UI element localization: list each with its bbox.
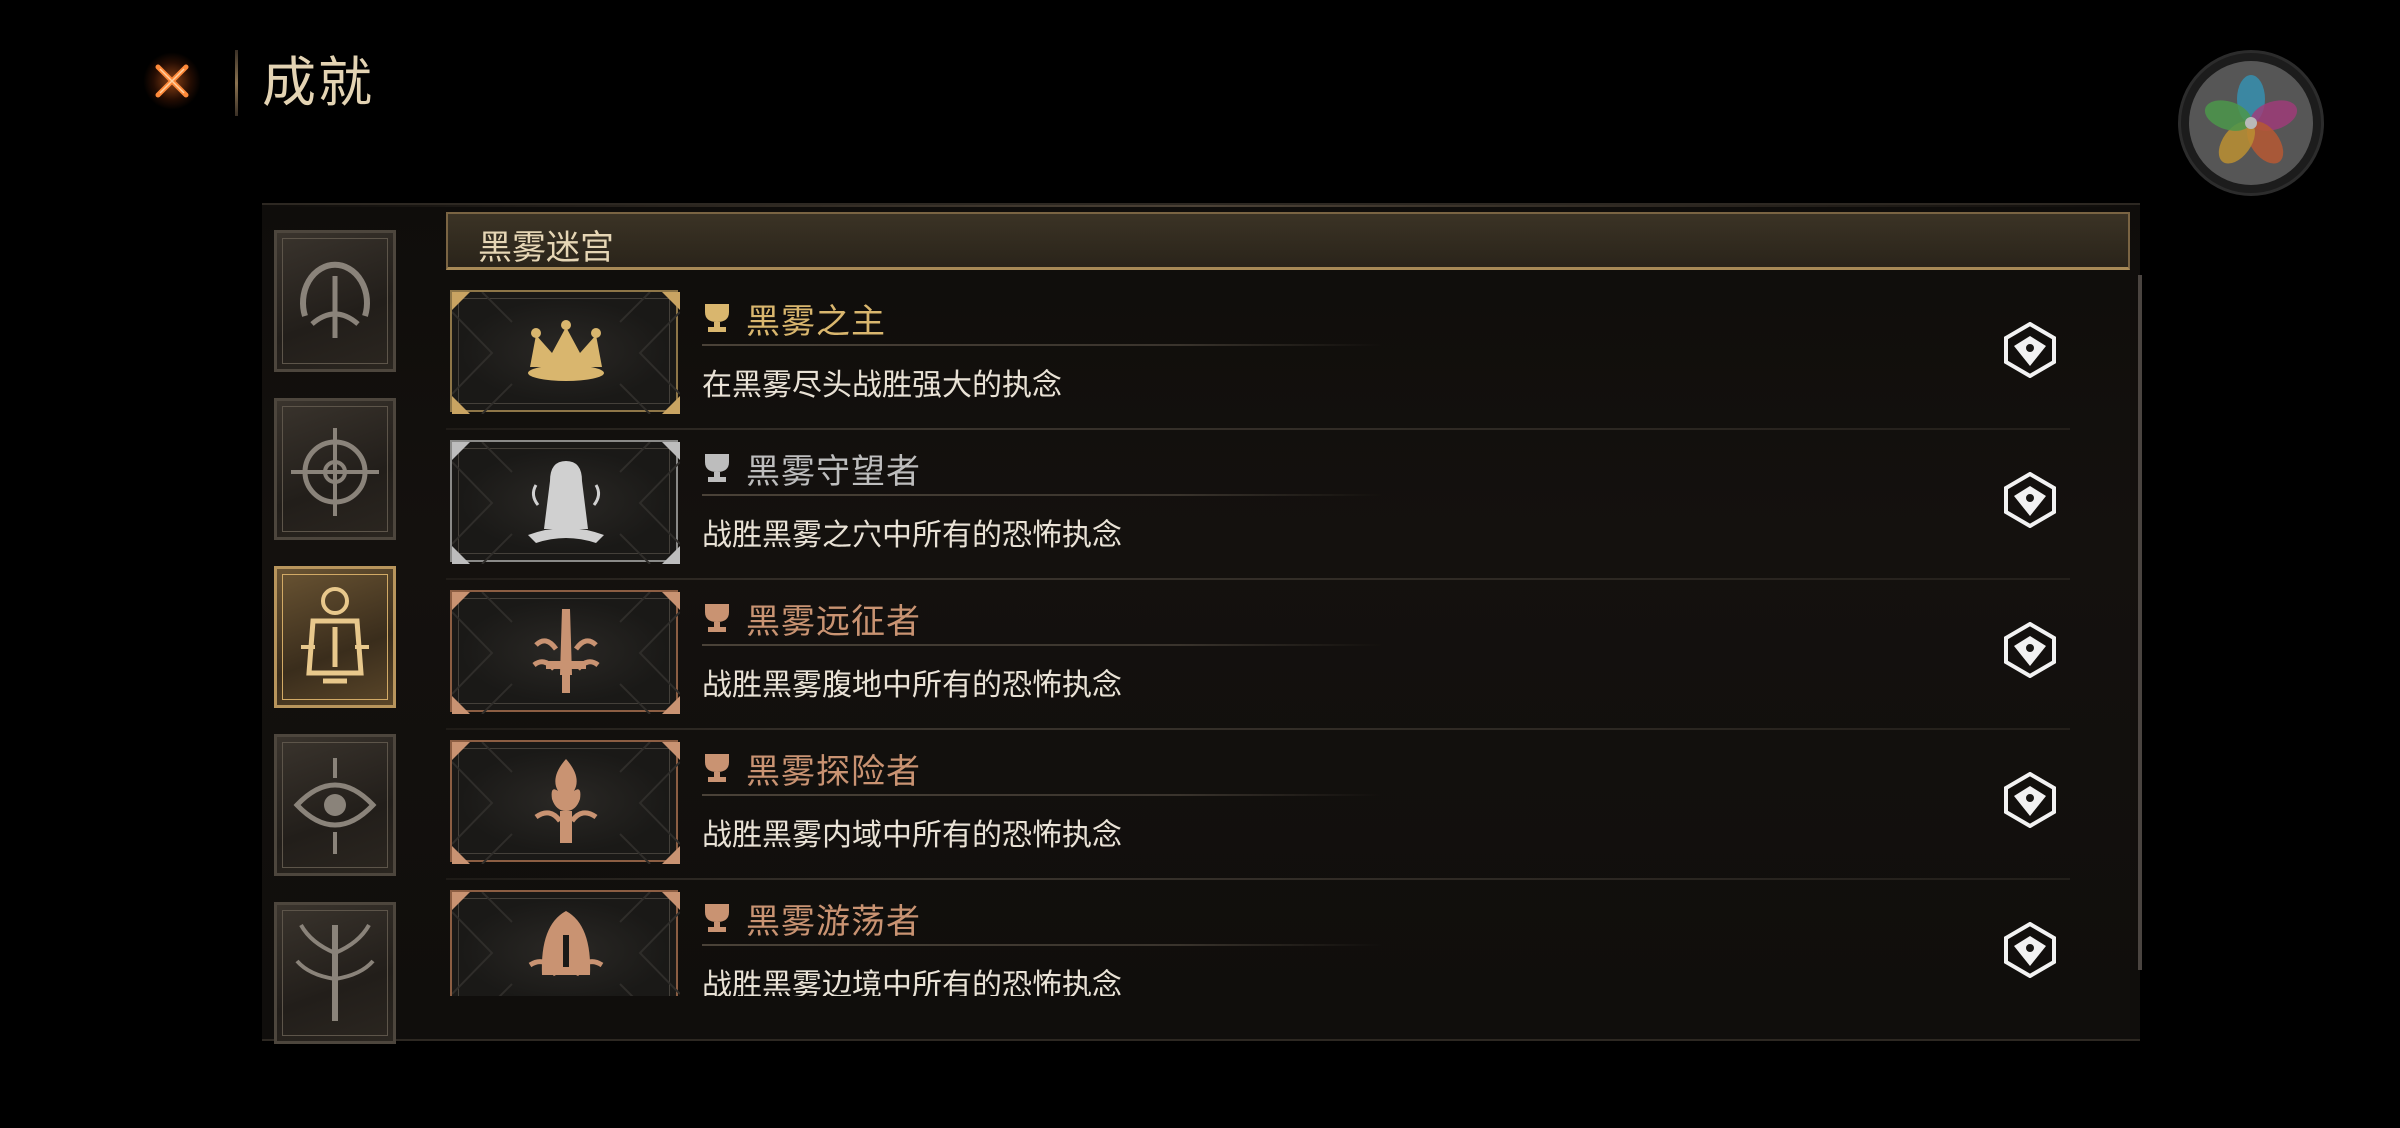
reward-sigil-button[interactable] <box>2002 922 2058 978</box>
reward-sigil-button[interactable] <box>2002 322 2058 378</box>
achievement-badge <box>450 290 680 414</box>
arch-sigil-icon <box>300 261 370 338</box>
achievement-title: 黑雾守望者 <box>746 451 921 492</box>
flower-icon <box>2204 75 2298 164</box>
achievement-row[interactable]: 黑雾之主 在黑雾尽头战胜强大的执念 <box>446 280 2130 430</box>
crown-icon <box>528 320 604 381</box>
category-tab-1[interactable] <box>274 230 396 372</box>
achievement-title: 黑雾探险者 <box>746 751 921 792</box>
trophy-icon <box>705 754 729 782</box>
page-title: 成就 <box>262 51 374 114</box>
floating-assistant-button[interactable] <box>2178 50 2324 196</box>
header-divider <box>235 50 238 116</box>
list-scrollbar[interactable] <box>2138 275 2142 970</box>
achievement-description: 在黑雾尽头战胜强大的执念 <box>702 368 1062 403</box>
achievement-badge <box>450 590 680 714</box>
achievement-badge <box>450 740 680 864</box>
achievement-row[interactable]: 黑雾远征者 战胜黑雾腹地中所有的恐怖执念 <box>446 580 2130 730</box>
trophy-icon <box>705 904 729 932</box>
category-tab-5[interactable] <box>274 902 396 1044</box>
achievement-title: 黑雾之主 <box>746 301 886 342</box>
category-tab-3[interactable] <box>274 566 396 708</box>
close-button[interactable] <box>143 52 201 110</box>
category-tab-4[interactable] <box>274 734 396 876</box>
reward-sigil-button[interactable] <box>2002 772 2058 828</box>
achievement-row[interactable]: 黑雾游荡者 战胜黑雾边境中所有的恐怖执念 <box>446 880 2130 996</box>
eye-sigil-icon <box>293 758 377 854</box>
hooded-figure-icon <box>528 461 604 543</box>
tree-sigil-icon <box>295 923 375 1021</box>
achievement-description: 战胜黑雾腹地中所有的恐怖执念 <box>702 668 1122 703</box>
title-underline <box>702 494 1382 496</box>
reward-sigil-button[interactable] <box>2002 622 2058 678</box>
section-header: 黑雾迷宫 <box>446 212 2130 270</box>
achievement-row[interactable]: 黑雾守望者 战胜黑雾之穴中所有的恐怖执念 <box>446 430 2130 580</box>
achievement-badge <box>450 890 680 996</box>
achievement-description: 战胜黑雾内域中所有的恐怖执念 <box>702 818 1122 853</box>
close-icon <box>155 64 189 98</box>
achievement-badge <box>450 440 680 564</box>
lantern-sigil-icon <box>301 587 369 684</box>
achievement-row[interactable]: 黑雾探险者 战胜黑雾内域中所有的恐怖执念 <box>446 730 2130 880</box>
hood-icon <box>528 911 604 977</box>
trophy-icon <box>705 304 729 332</box>
achievement-description: 战胜黑雾边境中所有的恐怖执念 <box>702 968 1122 996</box>
achievement-title: 黑雾远征者 <box>746 601 921 642</box>
title-underline <box>702 944 1382 946</box>
torch-icon <box>534 759 598 843</box>
sword-icon <box>532 609 600 693</box>
trophy-icon <box>705 454 729 482</box>
reward-sigil-button[interactable] <box>2002 472 2058 528</box>
trophy-icon <box>705 604 729 632</box>
title-underline <box>702 794 1382 796</box>
category-tab-2[interactable] <box>274 398 396 540</box>
title-underline <box>702 344 1382 346</box>
title-underline <box>702 644 1382 646</box>
achievement-description: 战胜黑雾之穴中所有的恐怖执念 <box>702 518 1122 553</box>
section-title: 黑雾迷宫 <box>478 228 614 268</box>
achievement-title: 黑雾游荡者 <box>746 901 921 942</box>
compass-sigil-icon <box>291 428 379 516</box>
achievement-list[interactable]: 黑雾之主 在黑雾尽头战胜强大的执念 黑雾守望者 战胜黑雾之穴中所有的恐怖执念 黑… <box>446 280 2130 996</box>
